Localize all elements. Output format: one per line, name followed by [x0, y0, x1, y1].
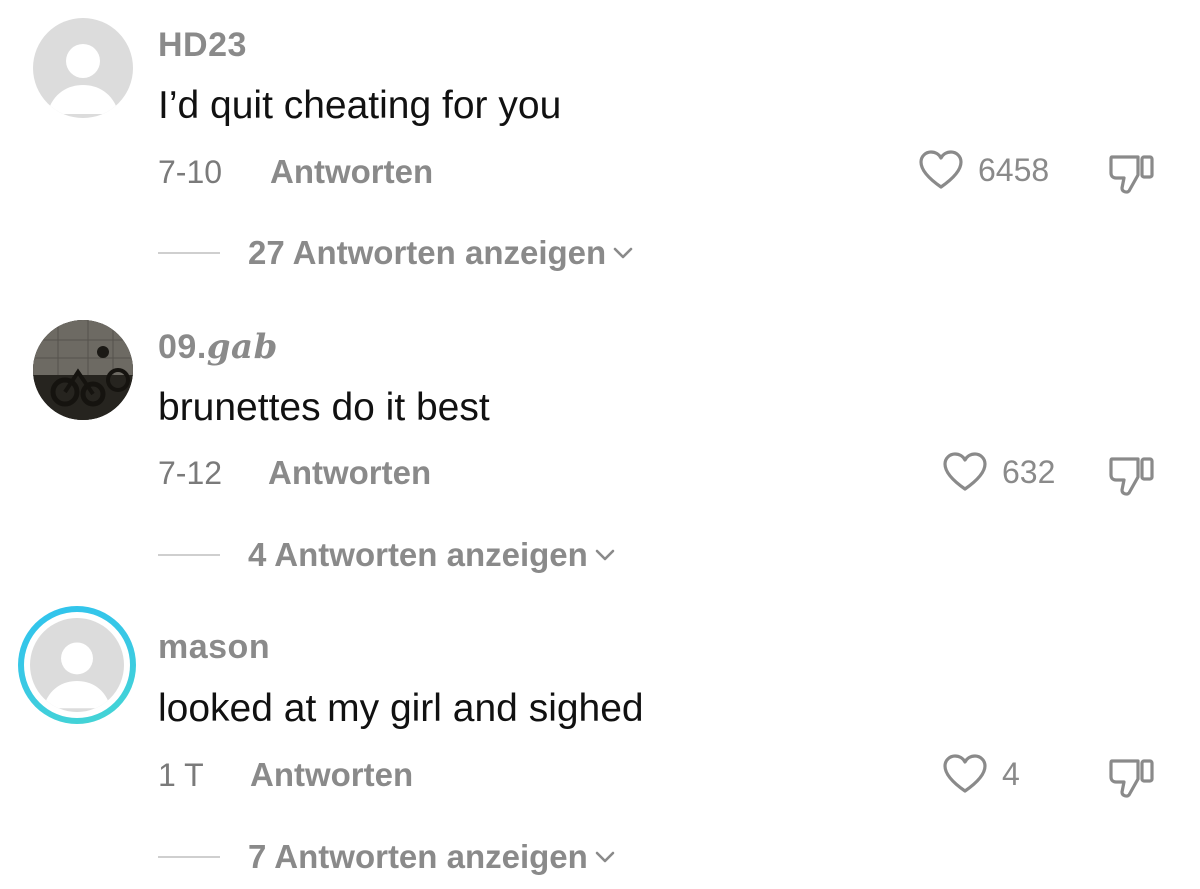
comment-username[interactable]: mason: [158, 630, 270, 664]
comment-username[interactable]: 09.gab: [158, 330, 278, 364]
username-prefix: 09.: [158, 328, 207, 366]
dislike-button[interactable]: [1108, 453, 1158, 502]
avatar: [30, 618, 124, 712]
default-avatar-icon: [47, 44, 119, 114]
chevron-down-icon: [595, 851, 615, 862]
reply-button[interactable]: Antworten: [268, 456, 431, 489]
comment-username[interactable]: HD23: [158, 28, 247, 62]
like-button[interactable]: 6458: [918, 150, 1049, 190]
view-replies-button[interactable]: 7 Antworten anzeigen: [158, 840, 616, 873]
avatar[interactable]: [33, 18, 133, 118]
view-replies-label: 27 Antworten anzeigen: [248, 234, 607, 271]
avatar-story-ring[interactable]: [18, 606, 136, 724]
divider-line: [158, 855, 220, 858]
comment-text: looked at my girl and sighed: [158, 687, 644, 730]
thumbs-down-icon: [1109, 155, 1154, 194]
thumbs-down-icon: [1109, 457, 1154, 496]
comment-text: I’d quit cheating for you: [158, 84, 562, 127]
profile-photo: [33, 320, 133, 420]
heart-icon: [943, 452, 987, 491]
thumbs-down-icon: [1109, 759, 1154, 798]
divider-line: [158, 251, 220, 254]
avatar[interactable]: [33, 320, 133, 420]
comment-text: brunettes do it best: [158, 386, 490, 429]
dislike-button[interactable]: [1108, 151, 1158, 200]
reply-button[interactable]: Antworten: [250, 758, 413, 791]
like-count: 6458: [978, 152, 1050, 188]
like-button[interactable]: 4: [942, 754, 1020, 794]
heart-icon: [919, 150, 963, 189]
view-replies-label: 4 Antworten anzeigen: [248, 536, 588, 573]
chevron-down-icon: [595, 549, 615, 560]
chevron-down-icon: [613, 247, 633, 258]
heart-icon: [943, 754, 987, 793]
divider-line: [158, 553, 220, 556]
dislike-button[interactable]: [1108, 755, 1158, 804]
comment-date: 7-10: [158, 154, 223, 190]
like-button[interactable]: 632: [942, 452, 1055, 492]
default-avatar-icon: [43, 642, 111, 709]
view-replies-label: 7 Antworten anzeigen: [248, 838, 588, 875]
like-count: 4: [1002, 756, 1020, 792]
view-replies-button[interactable]: 4 Antworten anzeigen: [158, 538, 616, 571]
comment-date: 1 T: [158, 757, 204, 793]
username-suffix: gab: [206, 327, 278, 367]
comment-date: 7-12: [158, 455, 223, 491]
reply-button[interactable]: Antworten: [270, 155, 433, 188]
view-replies-button[interactable]: 27 Antworten anzeigen: [158, 236, 634, 269]
like-count: 632: [1002, 454, 1056, 490]
